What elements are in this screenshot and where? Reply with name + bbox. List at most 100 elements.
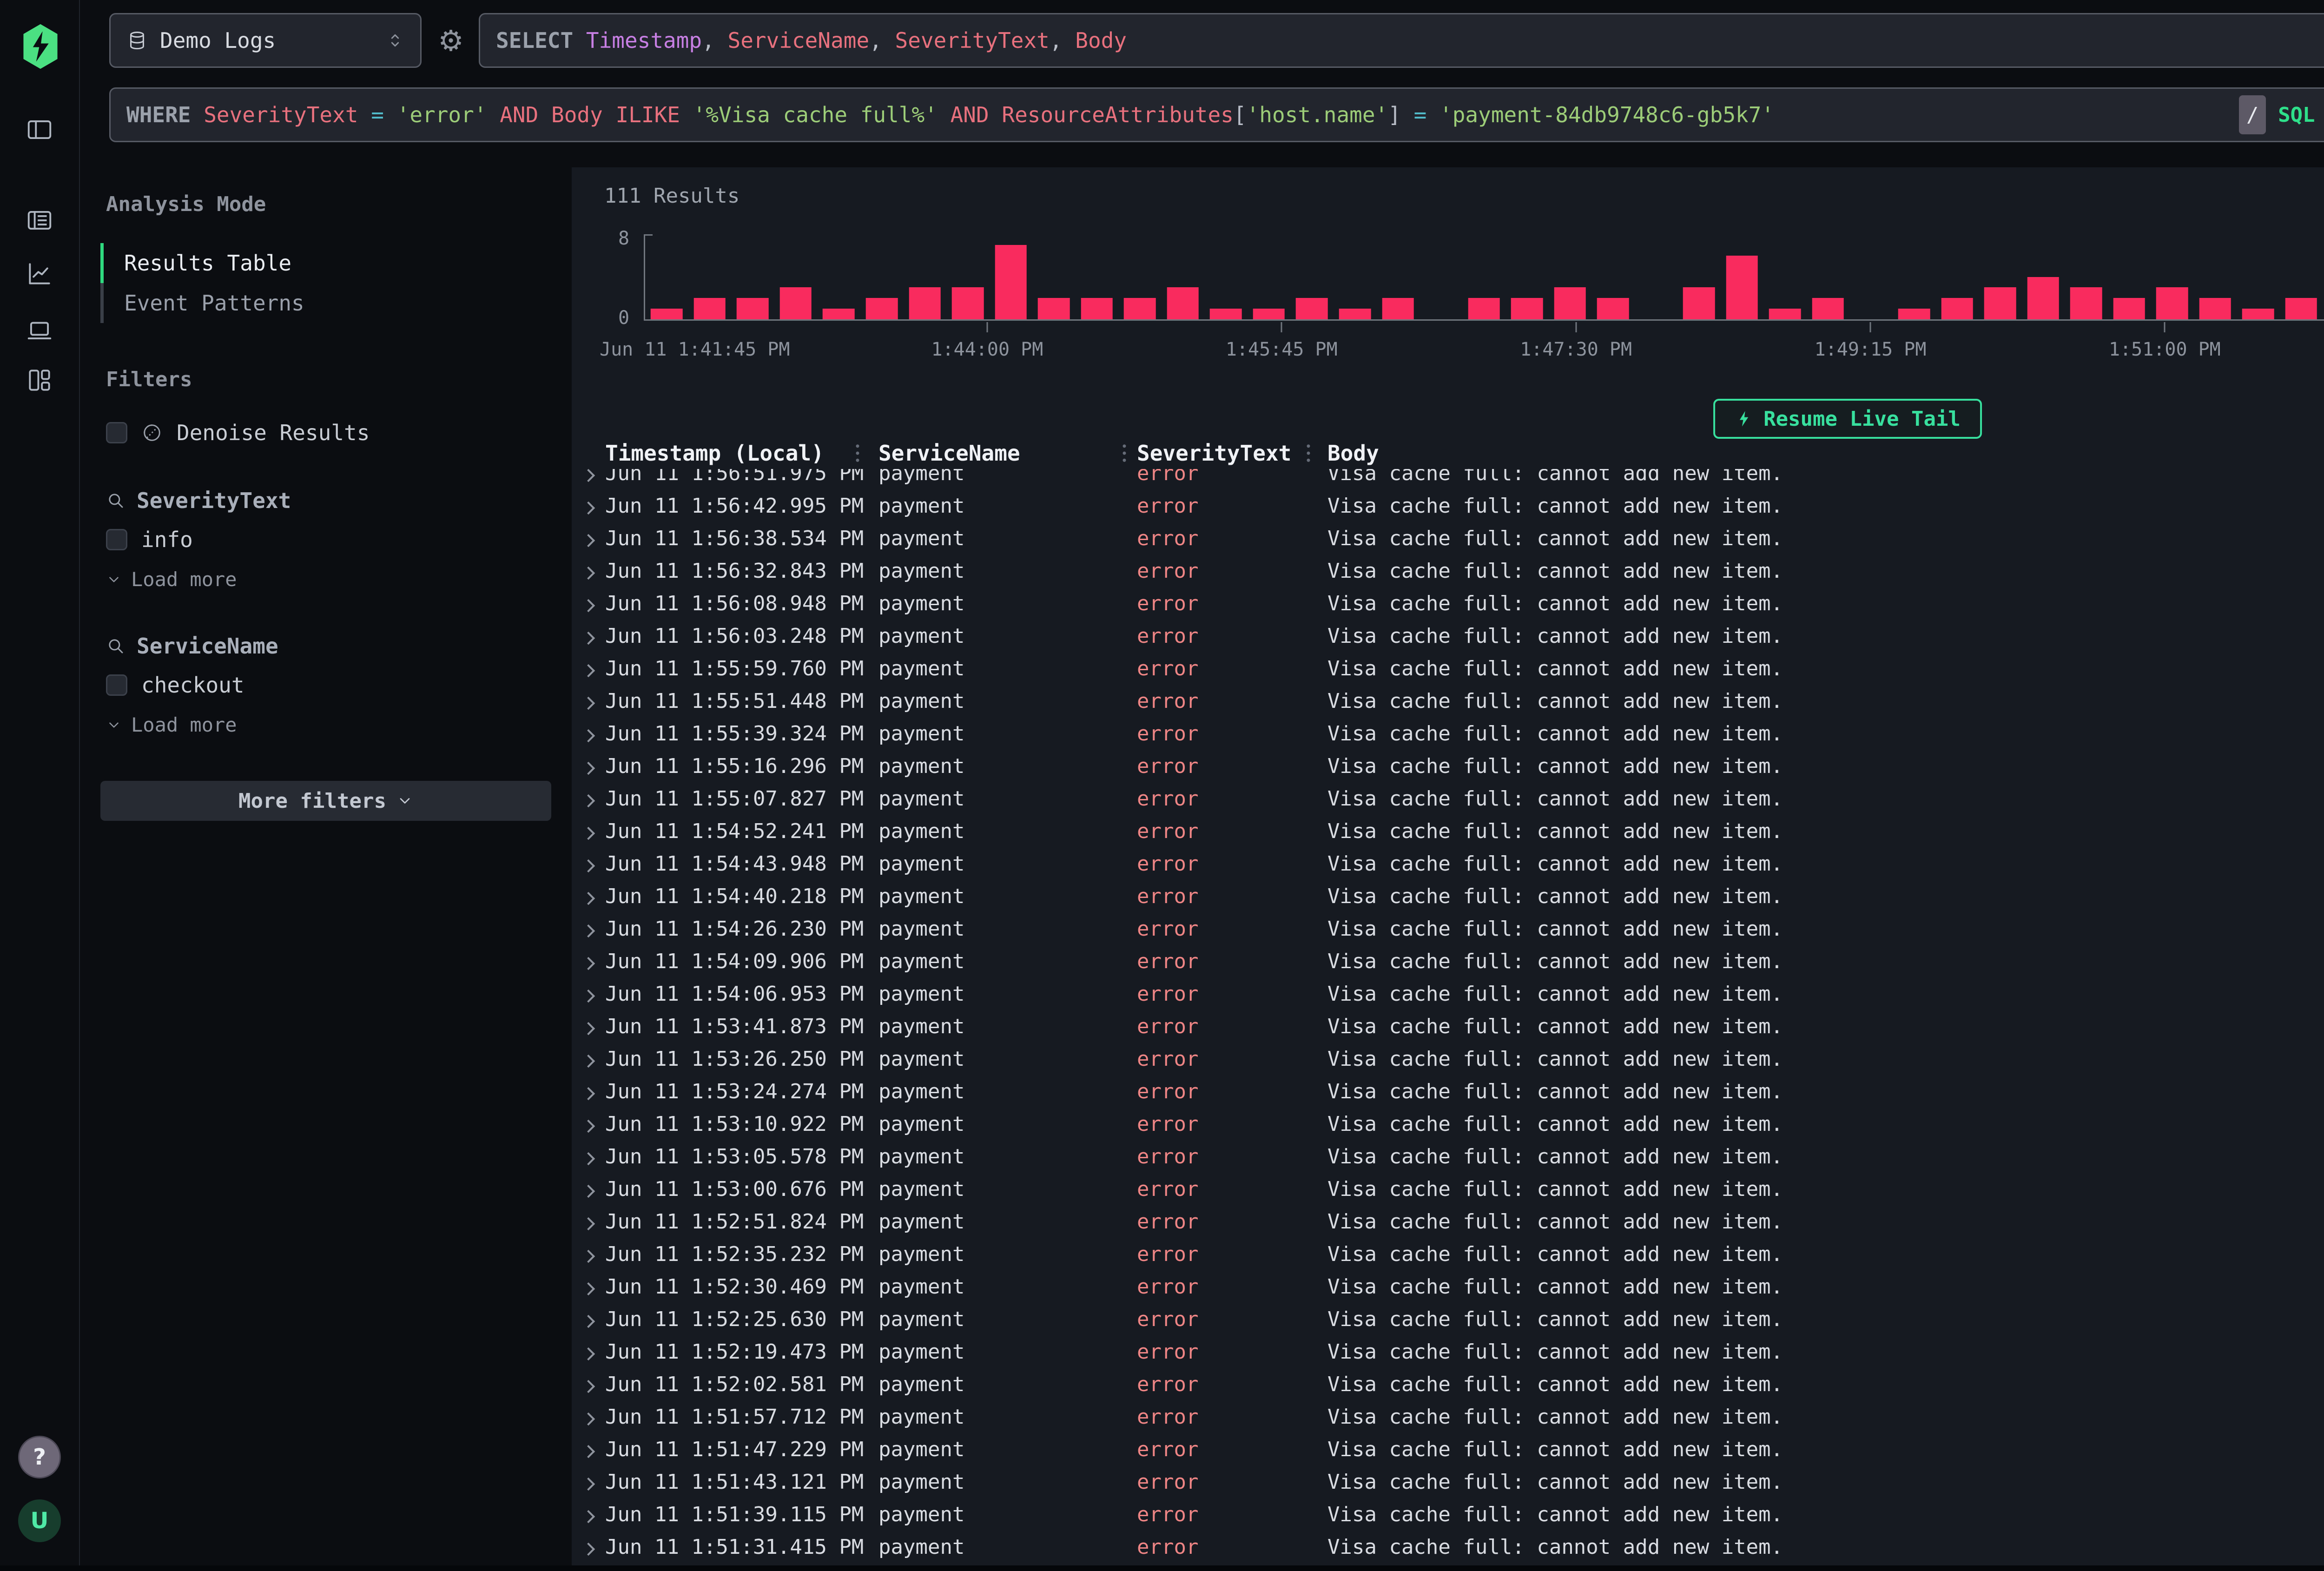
results-histogram[interactable]: 8 0 Jun 11 1:41:45 PM1:44:00 PM1:45:45 P…	[572, 228, 2324, 386]
row-expand-chevron-icon[interactable]	[582, 989, 595, 1002]
histogram-bar[interactable]	[866, 298, 898, 319]
table-row[interactable]: Jun 11 1:56:42.995 PM payment error Visa…	[572, 489, 2324, 522]
histogram-bar[interactable]	[1081, 298, 1113, 319]
table-row[interactable]: Jun 11 1:51:43.121 PM payment error Visa…	[572, 1465, 2324, 1498]
table-row[interactable]: Jun 11 1:54:26.230 PM payment error Visa…	[572, 912, 2324, 945]
table-row[interactable]: Jun 11 1:56:08.948 PM payment error Visa…	[572, 587, 2324, 620]
row-expand-chevron-icon[interactable]	[582, 1119, 595, 1132]
row-expand-chevron-icon[interactable]	[582, 859, 595, 872]
table-row[interactable]: Jun 11 1:54:09.906 PM payment error Visa…	[572, 945, 2324, 977]
histogram-bar[interactable]	[1984, 287, 2016, 319]
row-expand-chevron-icon[interactable]	[582, 1152, 595, 1165]
table-row[interactable]: Jun 11 1:55:39.324 PM payment error Visa…	[572, 717, 2324, 750]
table-row[interactable]: Jun 11 1:53:24.274 PM payment error Visa…	[572, 1075, 2324, 1108]
more-filters-button[interactable]: More filters	[100, 781, 551, 821]
row-expand-chevron-icon[interactable]	[582, 891, 595, 904]
histogram-bar[interactable]	[995, 245, 1027, 319]
row-expand-chevron-icon[interactable]	[582, 1347, 595, 1360]
table-row[interactable]: Jun 11 1:52:51.824 PM payment error Visa…	[572, 1205, 2324, 1238]
histogram-bar[interactable]	[1468, 298, 1500, 319]
histogram-bar[interactable]	[909, 287, 941, 319]
histogram-bar[interactable]	[1253, 309, 1285, 319]
histogram-bar[interactable]	[2113, 298, 2145, 319]
resume-live-tail-button[interactable]: Resume Live Tail	[1713, 399, 1982, 439]
table-row[interactable]: Jun 11 1:51:31.415 PM payment error Visa…	[572, 1531, 2324, 1563]
histogram-bar[interactable]	[651, 309, 683, 319]
row-expand-chevron-icon[interactable]	[582, 534, 595, 547]
column-resize-handle[interactable]	[1121, 442, 1128, 464]
sidebar-toggle-icon[interactable]	[25, 115, 54, 144]
nav-event-patterns[interactable]: Event Patterns	[100, 283, 551, 323]
histogram-bar[interactable]	[1554, 287, 1586, 319]
table-row[interactable]: Jun 11 1:53:10.922 PM payment error Visa…	[572, 1108, 2324, 1140]
histogram-bar[interactable]	[780, 287, 812, 319]
row-expand-chevron-icon[interactable]	[582, 1380, 595, 1393]
histogram-bar[interactable]	[1124, 298, 1156, 319]
hyperdx-logo-icon[interactable]	[19, 23, 62, 70]
search-logs-icon[interactable]	[25, 206, 54, 235]
row-expand-chevron-icon[interactable]	[582, 566, 595, 579]
histogram-bar[interactable]	[1683, 287, 1715, 319]
table-row[interactable]: Jun 11 1:55:59.760 PM payment error Visa…	[572, 652, 2324, 685]
row-expand-chevron-icon[interactable]	[582, 1249, 595, 1262]
histogram-bar[interactable]	[1296, 298, 1328, 319]
histogram-bar[interactable]	[694, 298, 726, 319]
table-row[interactable]: Jun 11 1:54:06.953 PM payment error Visa…	[572, 977, 2324, 1010]
row-expand-chevron-icon[interactable]	[582, 1314, 595, 1327]
row-expand-chevron-icon[interactable]	[582, 957, 595, 970]
row-expand-chevron-icon[interactable]	[582, 631, 595, 644]
histogram-bar[interactable]	[1898, 309, 1930, 319]
select-query-input[interactable]: SELECT Timestamp, ServiceName, SeverityT…	[479, 13, 2324, 68]
table-row[interactable]: Jun 11 1:52:02.581 PM payment error Visa…	[572, 1368, 2324, 1400]
facet-option-checkbox[interactable]	[106, 674, 127, 696]
row-expand-chevron-icon[interactable]	[582, 924, 595, 937]
histogram-bar[interactable]	[1167, 287, 1199, 319]
table-row[interactable]: Jun 11 1:51:57.712 PM payment error Visa…	[572, 1400, 2324, 1433]
user-avatar[interactable]: U	[18, 1499, 61, 1542]
table-row[interactable]: Jun 11 1:51:47.229 PM payment error Visa…	[572, 1433, 2324, 1465]
histogram-bar[interactable]	[1941, 298, 1973, 319]
table-row[interactable]: Jun 11 1:52:25.630 PM payment error Visa…	[572, 1303, 2324, 1335]
row-expand-chevron-icon[interactable]	[582, 794, 595, 807]
histogram-bar[interactable]	[1038, 298, 1070, 319]
column-resize-handle[interactable]	[854, 442, 861, 464]
table-row[interactable]: Jun 11 1:51:39.115 PM payment error Visa…	[572, 1498, 2324, 1531]
table-row[interactable]: Jun 11 1:53:26.250 PM payment error Visa…	[572, 1043, 2324, 1075]
row-expand-chevron-icon[interactable]	[582, 826, 595, 839]
histogram-bar[interactable]	[1339, 309, 1371, 319]
histogram-bar[interactable]	[1726, 256, 1758, 319]
facet-option-info[interactable]: info	[106, 527, 551, 552]
row-expand-chevron-icon[interactable]	[582, 1510, 595, 1523]
table-row[interactable]: Jun 11 1:54:52.241 PM payment error Visa…	[572, 815, 2324, 847]
table-row[interactable]: Jun 11 1:56:38.534 PM payment error Visa…	[572, 522, 2324, 554]
table-row[interactable]: Jun 11 1:56:03.248 PM payment error Visa…	[572, 620, 2324, 652]
histogram-bar[interactable]	[823, 309, 855, 319]
dashboards-icon[interactable]	[25, 366, 54, 395]
sessions-laptop-icon[interactable]	[25, 316, 54, 344]
load-more-servicename[interactable]: Load more	[106, 713, 551, 736]
source-select[interactable]: Demo Logs	[109, 13, 422, 68]
facet-option-checkout[interactable]: checkout	[106, 673, 551, 698]
where-query-input[interactable]: WHERE SeverityText = 'error' AND Body IL…	[109, 87, 2324, 142]
table-row[interactable]: Jun 11 1:53:05.578 PM payment error Visa…	[572, 1140, 2324, 1173]
row-expand-chevron-icon[interactable]	[582, 1542, 595, 1555]
row-expand-chevron-icon[interactable]	[582, 1087, 595, 1100]
sql-mode-toggle[interactable]: SQL	[2278, 103, 2315, 127]
denoise-results-toggle[interactable]: Denoise Results	[100, 420, 551, 445]
table-row[interactable]: Jun 11 1:52:19.473 PM payment error Visa…	[572, 1335, 2324, 1368]
row-expand-chevron-icon[interactable]	[582, 1022, 595, 1035]
row-expand-chevron-icon[interactable]	[582, 1054, 595, 1067]
histogram-bar[interactable]	[2199, 298, 2232, 319]
histogram-bar[interactable]	[2027, 277, 2059, 320]
load-more-severitytext[interactable]: Load more	[106, 568, 551, 591]
histogram-bar[interactable]	[2242, 309, 2274, 319]
facet-option-checkbox[interactable]	[106, 529, 127, 550]
table-row[interactable]: Jun 11 1:55:16.296 PM payment error Visa…	[572, 750, 2324, 782]
row-expand-chevron-icon[interactable]	[582, 1445, 595, 1458]
row-expand-chevron-icon[interactable]	[582, 1477, 595, 1490]
denoise-checkbox[interactable]	[106, 422, 127, 443]
row-expand-chevron-icon[interactable]	[582, 469, 595, 482]
table-row[interactable]: Jun 11 1:52:35.232 PM payment error Visa…	[572, 1238, 2324, 1270]
histogram-bar[interactable]	[2285, 298, 2317, 319]
row-expand-chevron-icon[interactable]	[582, 599, 595, 612]
